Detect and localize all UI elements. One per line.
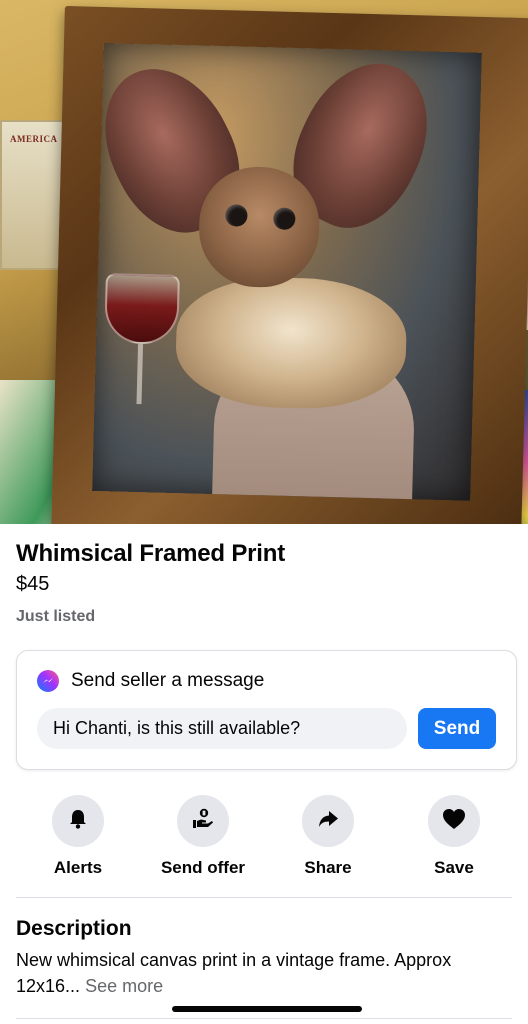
save-button-circle[interactable] <box>428 795 480 847</box>
fur-collar <box>174 274 408 411</box>
share-button-circle[interactable] <box>302 795 354 847</box>
messenger-icon <box>37 670 59 692</box>
bat-eye <box>225 204 248 227</box>
message-input[interactable] <box>37 708 407 749</box>
alerts-button-circle[interactable] <box>52 795 104 847</box>
alerts-button[interactable]: Alerts <box>23 795 133 879</box>
listing-details: Whimsical Framed Print $45 Just listed <box>16 539 512 627</box>
share-arrow-icon <box>316 807 340 836</box>
share-label: Share <box>304 858 352 877</box>
send-button[interactable]: Send <box>418 708 496 749</box>
heart-icon <box>442 808 466 835</box>
alerts-label: Alerts <box>53 858 103 877</box>
save-label: Save <box>434 858 474 877</box>
action-bar: Alerts Send offer Share Save <box>0 795 528 885</box>
message-card-header: Send seller a message <box>37 669 264 693</box>
offer-hand-icon <box>191 807 215 836</box>
see-more-link[interactable]: See more <box>85 976 163 996</box>
save-button[interactable]: Save <box>399 795 509 879</box>
message-seller-card: Send seller a message Send <box>16 650 517 770</box>
listing-title: Whimsical Framed Print <box>16 540 285 567</box>
picture-frame <box>51 5 528 524</box>
product-photo[interactable]: AMERICA <box>0 0 528 524</box>
send-offer-label: Send offer <box>160 858 246 877</box>
listing-price: $45 <box>16 573 50 595</box>
bat-eye <box>273 207 296 231</box>
send-offer-button-circle[interactable] <box>177 795 229 847</box>
wine-glass-stem <box>136 343 144 405</box>
magazine-title: AMERICA <box>10 134 58 144</box>
canvas-print <box>92 42 482 501</box>
section-divider <box>16 1018 512 1019</box>
description-body: New whimsical canvas print in a vintage … <box>16 950 452 996</box>
section-divider <box>16 897 512 898</box>
home-indicator[interactable] <box>172 1006 362 1012</box>
send-offer-button[interactable]: Send offer <box>148 795 258 879</box>
bat-head <box>197 165 321 289</box>
bell-icon <box>67 808 89 835</box>
message-card-heading: Send seller a message <box>71 670 265 691</box>
share-button[interactable]: Share <box>273 795 383 879</box>
listing-status: Just listed <box>16 608 96 625</box>
description-text: New whimsical canvas print in a vintage … <box>16 947 514 999</box>
wine-glass <box>104 273 180 346</box>
description-heading: Description <box>16 917 132 940</box>
description-section: Description New whimsical canvas print i… <box>16 915 514 999</box>
